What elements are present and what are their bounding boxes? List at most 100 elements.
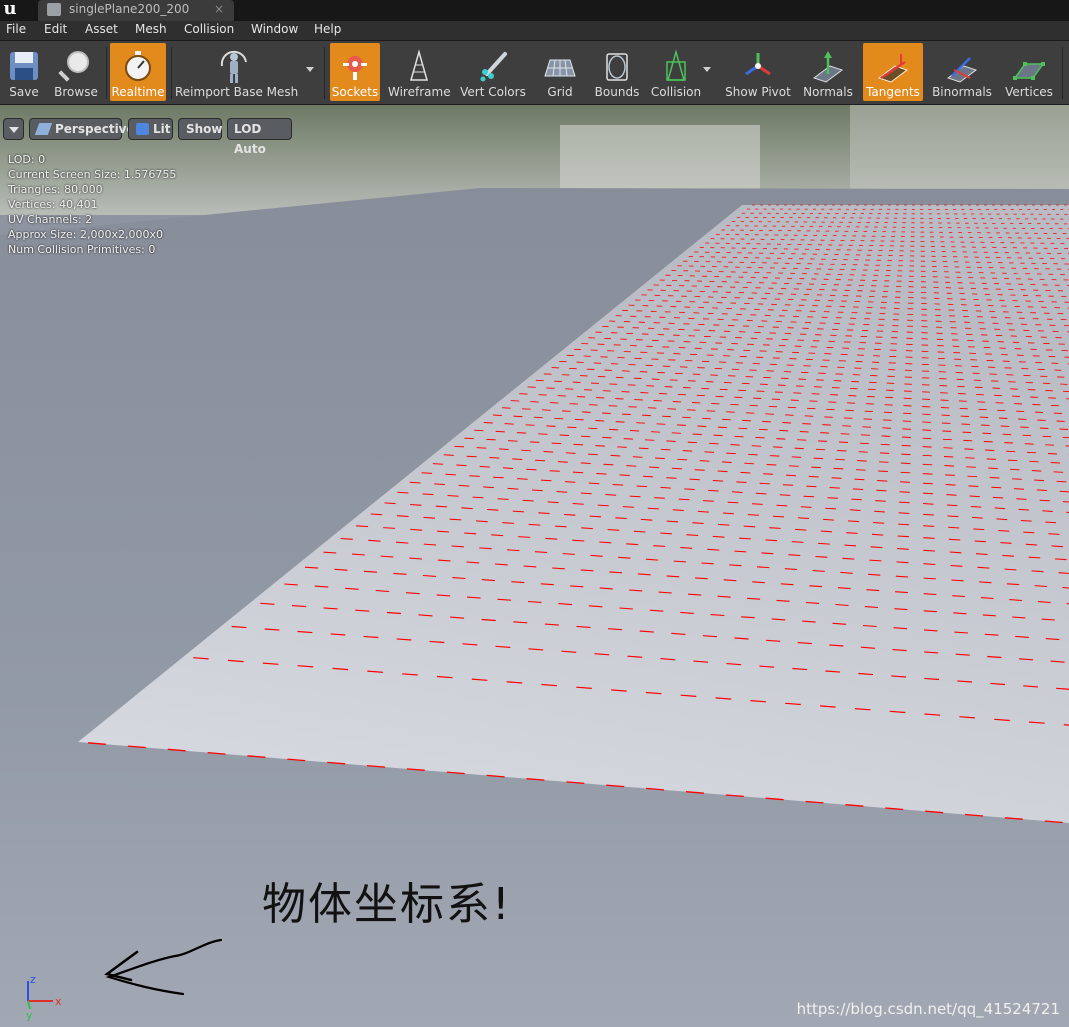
tangent-line: [1016, 498, 1027, 500]
show-button[interactable]: Show: [178, 118, 223, 140]
tangent-line: [603, 463, 614, 466]
tab-title: singlePlane200_200: [69, 2, 190, 16]
sockets-toggle[interactable]: Sockets: [330, 43, 380, 101]
vertices-toggle[interactable]: Vertices: [1002, 43, 1056, 101]
sockets-icon: [343, 56, 367, 80]
menu-asset[interactable]: Asset: [83, 22, 120, 36]
show-pivot-toggle[interactable]: Show Pivot: [722, 43, 794, 101]
tangent-line: [1059, 490, 1069, 493]
reimport-icon: [220, 50, 247, 83]
stat-screen-size: Current Screen Size: 1.576755: [8, 168, 177, 181]
tangent-line: [986, 458, 996, 460]
tangent-line: [751, 445, 762, 447]
tangent-line: [898, 512, 910, 515]
tangent-line: [1023, 531, 1035, 534]
tangent-line: [677, 424, 686, 426]
lit-cube-icon: [136, 123, 149, 135]
bounds-toggle[interactable]: Bounds: [592, 43, 642, 101]
tangent-line: [736, 481, 747, 483]
wireframe-toggle[interactable]: Wireframe: [388, 43, 451, 101]
normals-toggle[interactable]: Normals: [800, 43, 856, 101]
tangent-line: [858, 451, 868, 453]
reimport-base-mesh-button[interactable]: Reimport Base Mesh: [175, 43, 298, 101]
menu-collision[interactable]: Collision: [182, 22, 236, 36]
perspective-icon: [34, 123, 53, 135]
tangent-line: [1039, 427, 1049, 429]
tangent-line: [596, 473, 607, 475]
tangent-line: [1000, 542, 1012, 544]
tangent-line: [1034, 479, 1045, 482]
tangent-line: [874, 510, 885, 513]
tangent-line: [502, 467, 514, 469]
title-bar: u singlePlane200_200 ×: [0, 0, 1069, 21]
chevron-down-icon: [9, 127, 19, 133]
mesh-viewport[interactable]: Perspective Lit Show LOD Auto LOD: 0 Cur…: [0, 105, 1069, 1027]
tangent-line: [1042, 510, 1053, 512]
tangent-line: [922, 421, 931, 423]
tangent-line: [370, 513, 383, 516]
toolbar-separator: [171, 47, 172, 99]
menu-window[interactable]: Window: [249, 22, 300, 36]
tangent-line: [660, 448, 671, 451]
tangent-line: [782, 484, 794, 486]
tangent-line: [818, 542, 830, 545]
vert-colors-toggle[interactable]: Vert Colors: [459, 43, 527, 101]
tangent-line: [1031, 470, 1042, 472]
lod-button[interactable]: LOD Auto: [227, 118, 292, 156]
collision-button[interactable]: Collision: [650, 43, 702, 101]
unreal-logo-icon[interactable]: u: [0, 0, 20, 20]
tangent-line: [1020, 519, 1032, 522]
tangent-line: [612, 484, 624, 486]
tangent-line: [797, 439, 807, 441]
tangent-line: [694, 469, 705, 471]
tangents-toggle[interactable]: Tangents: [863, 43, 923, 101]
tab-close-icon[interactable]: ×: [214, 2, 224, 16]
binormals-toggle[interactable]: Binormals: [930, 43, 994, 101]
tangent-line: [948, 526, 960, 529]
tangent-line: [794, 528, 807, 531]
tangent-line: [554, 525, 567, 528]
tangent-line: [964, 448, 974, 450]
viewport-options-button[interactable]: [3, 118, 24, 140]
tangent-line: [469, 475, 480, 477]
grid-toggle[interactable]: Grid: [536, 43, 584, 101]
tangent-line: [1050, 462, 1061, 464]
realtime-label: Realtime: [111, 85, 165, 99]
menu-edit[interactable]: Edit: [42, 22, 69, 36]
mesh-stats: LOD: 0 Current Screen Size: 1.576755 Tri…: [8, 152, 176, 257]
menu-file[interactable]: File: [4, 22, 28, 36]
tangent-line: [588, 482, 600, 485]
tangent-line: [384, 502, 396, 505]
tangent-line: [610, 454, 621, 457]
tangent-line: [717, 470, 728, 473]
tangent-line: [626, 465, 637, 467]
tangent-line: [845, 409, 854, 412]
perspective-button[interactable]: Perspective: [29, 118, 135, 140]
tangent-line: [1048, 533, 1060, 535]
browse-button[interactable]: Browse: [52, 43, 100, 101]
menu-help[interactable]: Help: [312, 22, 343, 36]
tangent-line: [973, 528, 985, 531]
tangent-line: [922, 463, 933, 466]
tangent-line: [800, 506, 812, 508]
tangent-line: [994, 507, 1006, 510]
tangent-line: [557, 395, 566, 397]
realtime-toggle[interactable]: Realtime: [110, 43, 166, 101]
lit-button[interactable]: Lit: [128, 118, 173, 140]
perspective-label: Perspective: [55, 122, 135, 136]
tangent-line: [497, 498, 509, 500]
menu-mesh[interactable]: Mesh: [133, 22, 169, 36]
asset-tab[interactable]: singlePlane200_200 ×: [38, 0, 234, 21]
tangent-line: [899, 491, 910, 493]
tangent-line: [946, 504, 958, 507]
collision-dropdown-arrow-icon[interactable]: [703, 67, 711, 72]
tangent-line: [1022, 434, 1032, 437]
save-button[interactable]: Save: [2, 43, 46, 101]
tangent-line: [432, 463, 444, 465]
tangent-line: [943, 447, 953, 449]
tangent-line: [487, 508, 499, 511]
tangent-line: [617, 446, 627, 448]
stat-collision-primitives: Num Collision Primitives: 0: [8, 243, 156, 256]
tangent-line: [848, 520, 860, 523]
reimport-dropdown-arrow-icon[interactable]: [306, 67, 314, 72]
